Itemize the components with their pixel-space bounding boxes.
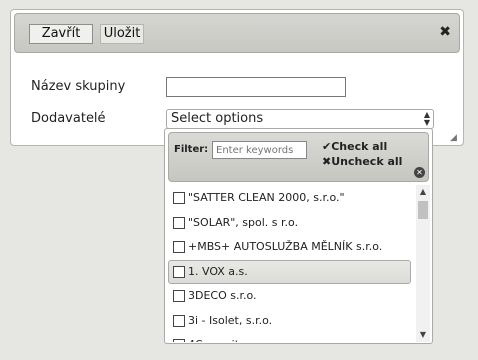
option-label: 3i - Isolet, s.r.o. <box>188 313 273 327</box>
group-name-label: Název skupiny <box>31 79 126 94</box>
option-checkbox[interactable] <box>173 241 185 253</box>
option-item[interactable]: 3i - Isolet, s.r.o. <box>168 309 411 333</box>
close-dropdown-icon[interactable]: ✕ <box>414 167 425 178</box>
option-item[interactable]: 1. VOX a.s. <box>168 259 411 284</box>
scroll-thumb[interactable] <box>418 201 428 219</box>
close-button[interactable]: Zavřít <box>29 24 93 44</box>
option-label: 4C consite s.r.o. <box>188 334 276 342</box>
suppliers-label: Dodavatelé <box>31 111 106 126</box>
option-item[interactable]: 3DECO s.r.o. <box>168 284 411 308</box>
option-checkbox[interactable] <box>173 192 185 204</box>
option-label: "SOLAR", spol. s r.o. <box>188 215 299 229</box>
dropdown-header: Filter: ✔Check all ✖Uncheck all ✕ <box>168 132 429 182</box>
suppliers-select[interactable]: Select options ▲ ▼ <box>166 109 434 129</box>
option-checkbox[interactable] <box>173 314 185 327</box>
select-arrows-icon: ▲ ▼ <box>423 110 430 127</box>
option-checkbox[interactable] <box>173 265 185 278</box>
resize-handle-icon[interactable]: ◢ <box>450 133 460 143</box>
filter-input[interactable] <box>212 141 307 159</box>
option-item[interactable]: "SATTER CLEAN 2000, s.r.o." <box>168 186 411 210</box>
options-dropdown: Filter: ✔Check all ✖Uncheck all ✕ "SATTE… <box>164 128 433 344</box>
dialog: Zavřít Uložit ✖ Název skupiny Dodavatelé… <box>10 9 464 146</box>
option-checkbox[interactable] <box>173 216 185 229</box>
option-label: 3DECO s.r.o. <box>188 289 257 302</box>
option-item[interactable]: +MBS+ AUTOSLUŽBA MĚLNÍK s.r.o. <box>168 235 411 259</box>
scroll-down-icon[interactable]: ▼ <box>416 328 430 342</box>
option-label: "SATTER CLEAN 2000, s.r.o." <box>188 191 345 204</box>
scrollbar[interactable]: ▲ ▼ <box>416 185 430 342</box>
filter-label: Filter: <box>174 144 209 155</box>
select-value: Select options <box>171 111 264 126</box>
save-button[interactable]: Uložit <box>100 24 144 44</box>
options-list: "SATTER CLEAN 2000, s.r.o." "SOLAR", spol… <box>168 186 429 342</box>
option-checkbox[interactable] <box>173 290 185 302</box>
option-checkbox[interactable] <box>173 339 185 342</box>
close-icon[interactable]: ✖ <box>439 24 451 40</box>
option-label: +MBS+ AUTOSLUŽBA MĚLNÍK s.r.o. <box>188 240 383 253</box>
group-name-input[interactable] <box>166 77 346 97</box>
option-item[interactable]: 4C consite s.r.o. <box>168 333 411 342</box>
option-item[interactable]: "SOLAR", spol. s r.o. <box>168 211 411 235</box>
uncheck-all-link[interactable]: ✖Uncheck all <box>322 155 402 168</box>
dialog-toolbar: Zavřít Uložit ✖ <box>14 13 460 53</box>
check-all-link[interactable]: ✔Check all <box>322 140 387 153</box>
scroll-up-icon[interactable]: ▲ <box>416 185 430 199</box>
option-label: 1. VOX a.s. <box>188 264 248 278</box>
